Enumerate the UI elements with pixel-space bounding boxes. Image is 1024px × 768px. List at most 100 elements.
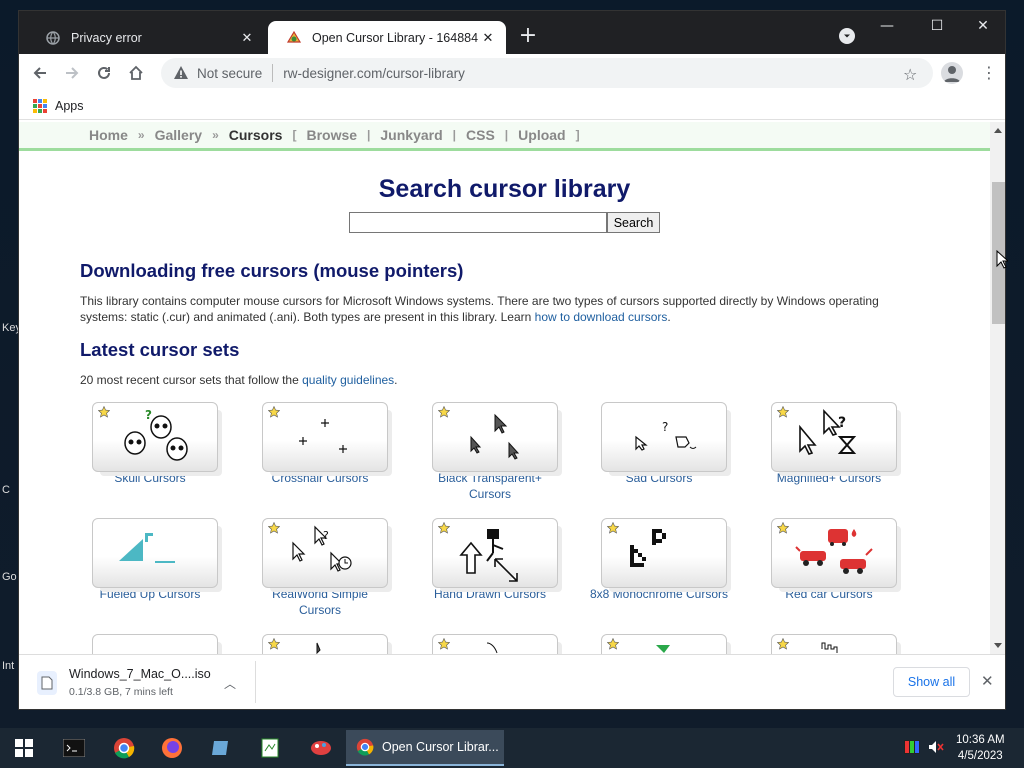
cursor-set-card[interactable]: Black Transparent+ Cursors: [420, 402, 560, 502]
cursor-set-card[interactable]: [589, 634, 729, 654]
page-scrollbar[interactable]: [990, 122, 1005, 654]
crosshair-icon: [299, 419, 347, 453]
cursor-set-label[interactable]: Black Transparent+ Cursors: [420, 470, 560, 502]
cursor-set-preview[interactable]: [262, 402, 388, 472]
terminal-icon[interactable]: [58, 732, 90, 764]
cursor-set-card[interactable]: [420, 634, 560, 654]
vm-app-icon[interactable]: [205, 732, 237, 764]
cursor-set-card[interactable]: [80, 634, 220, 654]
quality-guidelines-link[interactable]: quality guidelines: [302, 373, 394, 387]
close-tab-icon[interactable]: ✕: [239, 30, 255, 46]
tab-search-icon[interactable]: [839, 28, 855, 44]
cursor-set-preview[interactable]: [432, 402, 558, 472]
cursor-set-label[interactable]: Red car Cursors: [759, 586, 899, 602]
scroll-down-icon[interactable]: [994, 643, 1002, 648]
site-favicon-icon: [286, 30, 302, 46]
paint-app-icon[interactable]: [305, 732, 337, 764]
cursor-set-card[interactable]: [250, 634, 390, 654]
cursor-set-preview[interactable]: [92, 518, 218, 588]
forward-icon[interactable]: [61, 62, 83, 84]
cursor-set-card[interactable]: Hand Drawn Cursors: [420, 518, 560, 602]
cursor-set-label[interactable]: Hand Drawn Cursors: [420, 586, 560, 602]
profile-avatar-icon[interactable]: [941, 62, 963, 84]
cursor-set-preview[interactable]: ?: [601, 402, 727, 472]
nav-home[interactable]: Home: [89, 127, 128, 143]
cursor-set-card[interactable]: ? Magnified+ Cursors: [759, 402, 899, 486]
cursor-set-card[interactable]: [759, 634, 899, 654]
tab-cursor-library[interactable]: Open Cursor Library - 164884 cu ✕: [268, 21, 506, 54]
apps-bookmark[interactable]: Apps: [55, 99, 84, 113]
desktop-icon-label[interactable]: Go: [2, 571, 17, 583]
minimize-icon[interactable]: —: [872, 17, 902, 35]
desktop-icon-label[interactable]: Int: [2, 660, 14, 672]
firefox-icon[interactable]: [156, 732, 188, 764]
apps-grid-icon[interactable]: [33, 98, 47, 113]
volume-muted-icon[interactable]: [928, 740, 944, 754]
tab-privacy-error[interactable]: Privacy error ✕: [27, 21, 265, 54]
cursor-set-card[interactable]: Crosshair Cursors: [250, 402, 390, 486]
cursor-set-preview[interactable]: [771, 518, 897, 588]
cursor-set-preview[interactable]: [432, 518, 558, 588]
display-tray-icon[interactable]: [904, 740, 920, 754]
cursor-set-label[interactable]: Crosshair Cursors: [250, 470, 390, 486]
nav-gallery[interactable]: Gallery: [155, 127, 202, 143]
cursor-set-preview[interactable]: [771, 634, 897, 654]
cursor-set-label[interactable]: Fueled Up Cursors: [80, 586, 220, 602]
cursor-set-preview[interactable]: [262, 634, 388, 654]
new-tab-button[interactable]: +: [517, 25, 539, 47]
file-icon: [37, 671, 57, 695]
close-shelf-icon[interactable]: ✕: [981, 672, 994, 690]
nav-pipe: |: [367, 128, 371, 142]
cursor-set-card[interactable]: Red car Cursors: [759, 518, 899, 602]
taskbar-chrome-window[interactable]: Open Cursor Librar...: [346, 730, 504, 766]
security-status[interactable]: Not secure: [197, 66, 262, 81]
scroll-up-icon[interactable]: [994, 128, 1002, 133]
system-clock[interactable]: 10:36 AM 4/5/2023: [956, 732, 1005, 764]
nav-cursors[interactable]: Cursors: [229, 127, 283, 143]
address-bar[interactable]: Not secure rw-designer.com/cursor-librar…: [161, 58, 933, 88]
back-icon[interactable]: [29, 62, 51, 84]
close-tab-icon[interactable]: ✕: [480, 30, 496, 46]
cursor-set-card[interactable]: ? Sad Cursors: [589, 402, 729, 486]
cursor-set-preview[interactable]: [432, 634, 558, 654]
chrome-icon[interactable]: [108, 732, 140, 764]
cursor-set-label[interactable]: RealWorld Simple Cursors: [250, 586, 390, 618]
nav-upload[interactable]: Upload: [518, 127, 565, 143]
start-windows-icon[interactable]: [8, 732, 40, 764]
nav-junkyard[interactable]: Junkyard: [380, 127, 442, 143]
cursor-set-preview[interactable]: ?: [262, 518, 388, 588]
close-window-icon[interactable]: ✕: [968, 17, 998, 35]
search-input[interactable]: [348, 212, 607, 233]
bookmark-star-icon[interactable]: ☆: [903, 65, 917, 84]
svg-text:?: ?: [838, 415, 846, 431]
arrow-pointer-icon: [470, 413, 520, 460]
cursor-set-card[interactable]: ? Skull Cursors: [80, 402, 220, 486]
show-all-button[interactable]: Show all: [893, 667, 970, 697]
desktop-icon-label[interactable]: C: [2, 484, 10, 496]
cursor-set-label[interactable]: Sad Cursors: [589, 470, 729, 486]
warning-icon[interactable]: [173, 65, 189, 81]
cursor-set-card[interactable]: Fueled Up Cursors: [80, 518, 220, 602]
cursor-set-label[interactable]: 8x8 Monochrome Cursors: [589, 586, 729, 602]
home-icon[interactable]: [125, 62, 147, 84]
reload-icon[interactable]: [93, 62, 115, 84]
url-text[interactable]: rw-designer.com/cursor-library: [283, 66, 465, 81]
cursor-set-preview[interactable]: ?: [771, 402, 897, 472]
cursor-set-label[interactable]: Magnified+ Cursors: [759, 470, 899, 486]
menu-kebab-icon[interactable]: ⋮: [981, 63, 997, 82]
download-item[interactable]: Windows_7_Mac_O....iso 0.1/3.8 GB, 7 min…: [37, 667, 211, 698]
cursor-set-preview[interactable]: [601, 518, 727, 588]
cursor-set-preview[interactable]: ?: [92, 402, 218, 472]
editor-app-icon[interactable]: [254, 732, 286, 764]
chevron-up-icon[interactable]: ︿: [224, 675, 236, 692]
cursor-set-preview[interactable]: [601, 634, 727, 654]
cursor-set-label[interactable]: Skull Cursors: [80, 470, 220, 486]
how-to-download-link[interactable]: how to download cursors: [535, 310, 668, 324]
cursor-set-card[interactable]: 8x8 Monochrome Cursors: [589, 518, 729, 602]
maximize-icon[interactable]: ☐: [922, 17, 952, 35]
search-button[interactable]: Search: [606, 212, 661, 233]
cursor-set-card[interactable]: ? RealWorld Simple Cursors: [250, 518, 390, 618]
nav-css[interactable]: CSS: [466, 127, 495, 143]
cursor-set-preview[interactable]: [92, 634, 218, 654]
nav-browse[interactable]: Browse: [306, 127, 357, 143]
